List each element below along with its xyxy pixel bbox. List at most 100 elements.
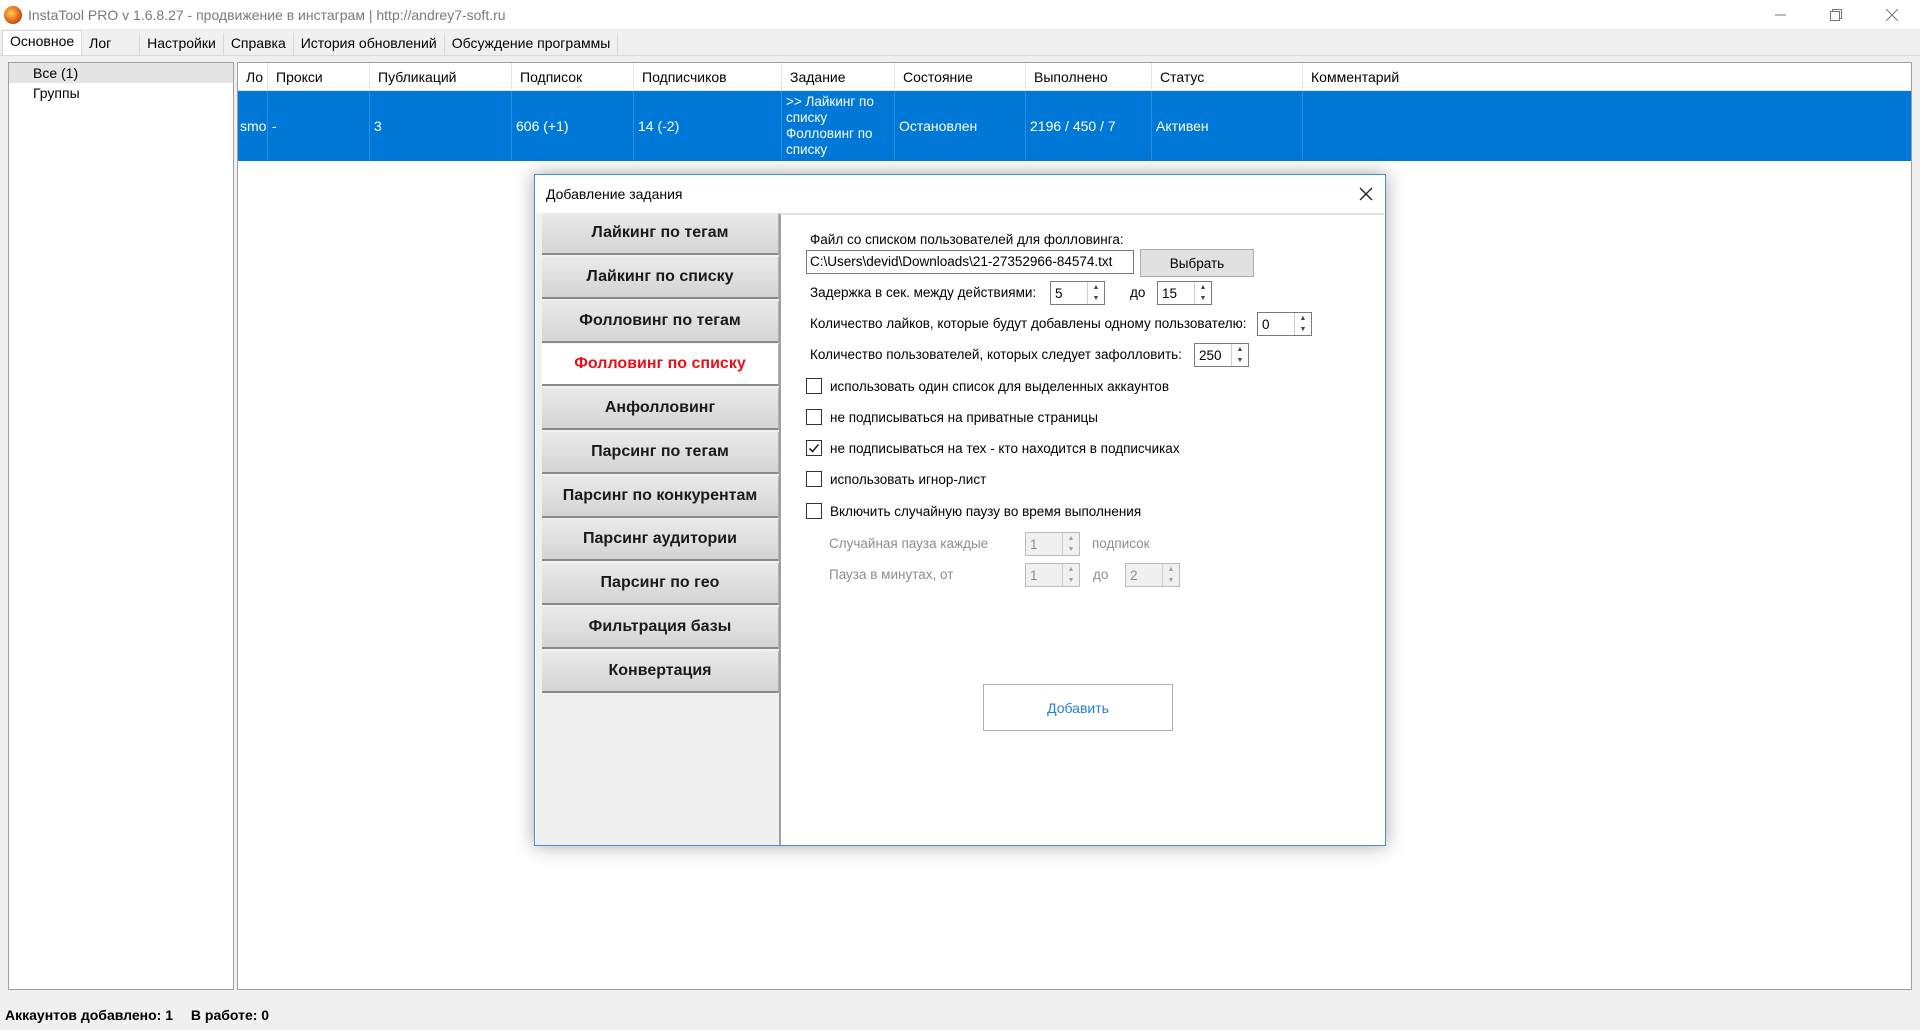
task-unfollowing[interactable]: Анфолловинг bbox=[542, 388, 779, 430]
checkbox-random-pause[interactable] bbox=[806, 503, 822, 519]
spin-up-icon[interactable]: ▲ bbox=[1088, 282, 1104, 293]
checkbox-skip-followers[interactable] bbox=[806, 440, 822, 456]
pause-every-unit: подписок bbox=[1092, 536, 1150, 551]
restore-icon bbox=[1830, 8, 1842, 21]
file-path-input[interactable]: C:\Users\devid\Downloads\21-27352966-845… bbox=[806, 250, 1134, 274]
spin-up-icon[interactable]: ▲ bbox=[1195, 282, 1211, 293]
window-controls bbox=[1752, 0, 1920, 29]
checkbox-random-pause-label[interactable]: Включить случайную паузу во время выполн… bbox=[830, 504, 1141, 519]
spin-up-icon[interactable]: ▲ bbox=[1063, 564, 1079, 575]
spin-down-icon[interactable]: ▼ bbox=[1063, 544, 1079, 555]
main-tabs: Основное Лог Настройки Справка История о… bbox=[0, 30, 1920, 56]
table-header: Ло Прокси Публикаций Подписок Подписчико… bbox=[238, 63, 1911, 91]
task-liking-by-list[interactable]: Лайкинг по списку bbox=[542, 256, 779, 299]
checkbox-one-list-label[interactable]: использовать один список для выделенных … bbox=[830, 379, 1169, 394]
spin-down-icon[interactable]: ▼ bbox=[1163, 575, 1179, 586]
close-icon bbox=[1886, 8, 1898, 21]
dialog-body: Лайкинг по тегам Лайкинг по списку Фолло… bbox=[536, 213, 1384, 845]
tab-discussion[interactable]: Обсуждение программы bbox=[445, 33, 619, 55]
spin-down-icon[interactable]: ▼ bbox=[1232, 355, 1248, 366]
task-parsing-by-geo[interactable]: Парсинг по гео bbox=[542, 563, 779, 605]
groups-panel: Все (1) Группы bbox=[8, 62, 234, 990]
checkbox-skip-private[interactable] bbox=[806, 409, 822, 425]
group-groups[interactable]: Группы bbox=[9, 83, 233, 103]
dialog-close-button[interactable] bbox=[1357, 185, 1375, 203]
tab-log[interactable]: Лог bbox=[82, 33, 141, 55]
accounts-count: Аккаунтов добавлено: 1 bbox=[5, 1007, 174, 1023]
task-following-by-tags[interactable]: Фолловинг по тегам bbox=[542, 300, 779, 343]
app-logo-icon bbox=[4, 5, 22, 24]
group-all[interactable]: Все (1) bbox=[9, 63, 233, 83]
column-header-done[interactable]: Выполнено bbox=[1026, 63, 1152, 90]
spin-down-icon[interactable]: ▼ bbox=[1195, 293, 1211, 304]
pause-every-value: 1 bbox=[1030, 536, 1038, 552]
title-bar: InstaTool PRO v 1.6.8.27 - продвижение в… bbox=[0, 0, 1920, 29]
column-header-proxy[interactable]: Прокси bbox=[268, 63, 370, 90]
spin-down-icon[interactable]: ▼ bbox=[1088, 293, 1104, 304]
cell-followers: 14 (-2) bbox=[634, 91, 782, 161]
column-header-followers[interactable]: Подписчиков bbox=[634, 63, 782, 90]
spin-up-icon[interactable]: ▲ bbox=[1063, 533, 1079, 544]
restore-button[interactable] bbox=[1808, 0, 1864, 29]
task-parsing-by-competitors[interactable]: Парсинг по конкурентам bbox=[542, 475, 779, 518]
task-following-by-list[interactable]: Фолловинг по списку bbox=[542, 344, 779, 387]
window-title: InstaTool PRO v 1.6.8.27 - продвижение в… bbox=[28, 6, 506, 23]
pause-every-stepper[interactable]: 1 ▲ ▼ bbox=[1025, 532, 1080, 556]
cell-following: 606 (+1) bbox=[512, 91, 634, 161]
tab-update-history[interactable]: История обновлений bbox=[294, 33, 445, 55]
minimize-button[interactable] bbox=[1752, 0, 1808, 29]
checkbox-one-list[interactable] bbox=[806, 378, 822, 394]
table-row[interactable]: smo - 3 606 (+1) 14 (-2) >> Лайкинг по с… bbox=[238, 91, 1911, 161]
checkmark-icon bbox=[808, 443, 820, 453]
column-header-comment[interactable]: Комментарий bbox=[1303, 63, 1911, 90]
checkbox-ignore-list-label[interactable]: использовать игнор-лист bbox=[830, 472, 986, 487]
cell-comment bbox=[1303, 91, 1911, 161]
task-parsing-audience[interactable]: Парсинг аудитории bbox=[542, 519, 779, 562]
users-value: 250 bbox=[1199, 347, 1222, 363]
users-stepper[interactable]: 250 ▲ ▼ bbox=[1194, 343, 1249, 367]
pause-minutes-label: Пауза в минутах, от bbox=[829, 567, 954, 582]
cell-done: 2196 / 450 / 7 bbox=[1026, 91, 1152, 161]
column-header-following[interactable]: Подписок bbox=[512, 63, 634, 90]
delay-from-value: 5 bbox=[1055, 285, 1063, 301]
likes-value: 0 bbox=[1262, 316, 1270, 332]
tab-help[interactable]: Справка bbox=[224, 33, 294, 55]
task-base-filtering[interactable]: Фильтрация базы bbox=[542, 606, 779, 649]
task-liking-by-tags[interactable]: Лайкинг по тегам bbox=[542, 213, 779, 255]
column-header-login[interactable]: Ло bbox=[238, 63, 268, 90]
pause-to-label: до bbox=[1093, 567, 1109, 582]
delay-from-stepper[interactable]: 5 ▲ ▼ bbox=[1050, 281, 1105, 305]
users-label: Количество пользователей, которых следуе… bbox=[810, 347, 1182, 362]
task-conversion[interactable]: Конвертация bbox=[542, 650, 779, 693]
checkbox-skip-followers-label[interactable]: не подписываться на тех - кто находится … bbox=[830, 441, 1180, 456]
checkbox-skip-private-label[interactable]: не подписываться на приватные страницы bbox=[830, 410, 1098, 425]
spin-up-icon[interactable]: ▲ bbox=[1232, 344, 1248, 355]
column-header-state[interactable]: Состояние bbox=[895, 63, 1026, 90]
column-header-posts[interactable]: Публикаций bbox=[370, 63, 512, 90]
spin-up-icon[interactable]: ▲ bbox=[1163, 564, 1179, 575]
spin-up-icon[interactable]: ▲ bbox=[1295, 313, 1311, 324]
task-type-list: Лайкинг по тегам Лайкинг по списку Фолло… bbox=[542, 213, 779, 694]
delay-label: Задержка в сек. между действиями: bbox=[810, 285, 1037, 300]
task-parsing-by-tags[interactable]: Парсинг по тегам bbox=[542, 431, 779, 474]
likes-stepper[interactable]: 0 ▲ ▼ bbox=[1257, 312, 1312, 336]
checkbox-ignore-list[interactable] bbox=[806, 471, 822, 487]
tab-settings[interactable]: Настройки bbox=[140, 33, 224, 55]
add-task-dialog: Добавление задания Лайкинг по тегам Лайк… bbox=[534, 174, 1386, 846]
pause-every-label: Случайная пауза каждые bbox=[829, 536, 989, 551]
delay-to-stepper[interactable]: 15 ▲ ▼ bbox=[1157, 281, 1212, 305]
cell-state: Остановлен bbox=[895, 91, 1026, 161]
spin-down-icon[interactable]: ▼ bbox=[1063, 575, 1079, 586]
pause-to-stepper[interactable]: 2 ▲ ▼ bbox=[1125, 563, 1180, 587]
column-header-status[interactable]: Статус bbox=[1152, 63, 1303, 90]
column-header-task[interactable]: Задание bbox=[782, 63, 895, 90]
tab-main[interactable]: Основное bbox=[2, 30, 83, 55]
cell-status: Активен bbox=[1152, 91, 1303, 161]
pause-from-stepper[interactable]: 1 ▲ ▼ bbox=[1025, 563, 1080, 587]
close-window-button[interactable] bbox=[1864, 0, 1920, 29]
cell-login: smo bbox=[238, 91, 268, 161]
add-task-button[interactable]: Добавить bbox=[983, 684, 1173, 731]
spin-down-icon[interactable]: ▼ bbox=[1295, 324, 1311, 335]
browse-button[interactable]: Выбрать bbox=[1140, 249, 1254, 277]
pause-to-value: 2 bbox=[1130, 567, 1138, 583]
